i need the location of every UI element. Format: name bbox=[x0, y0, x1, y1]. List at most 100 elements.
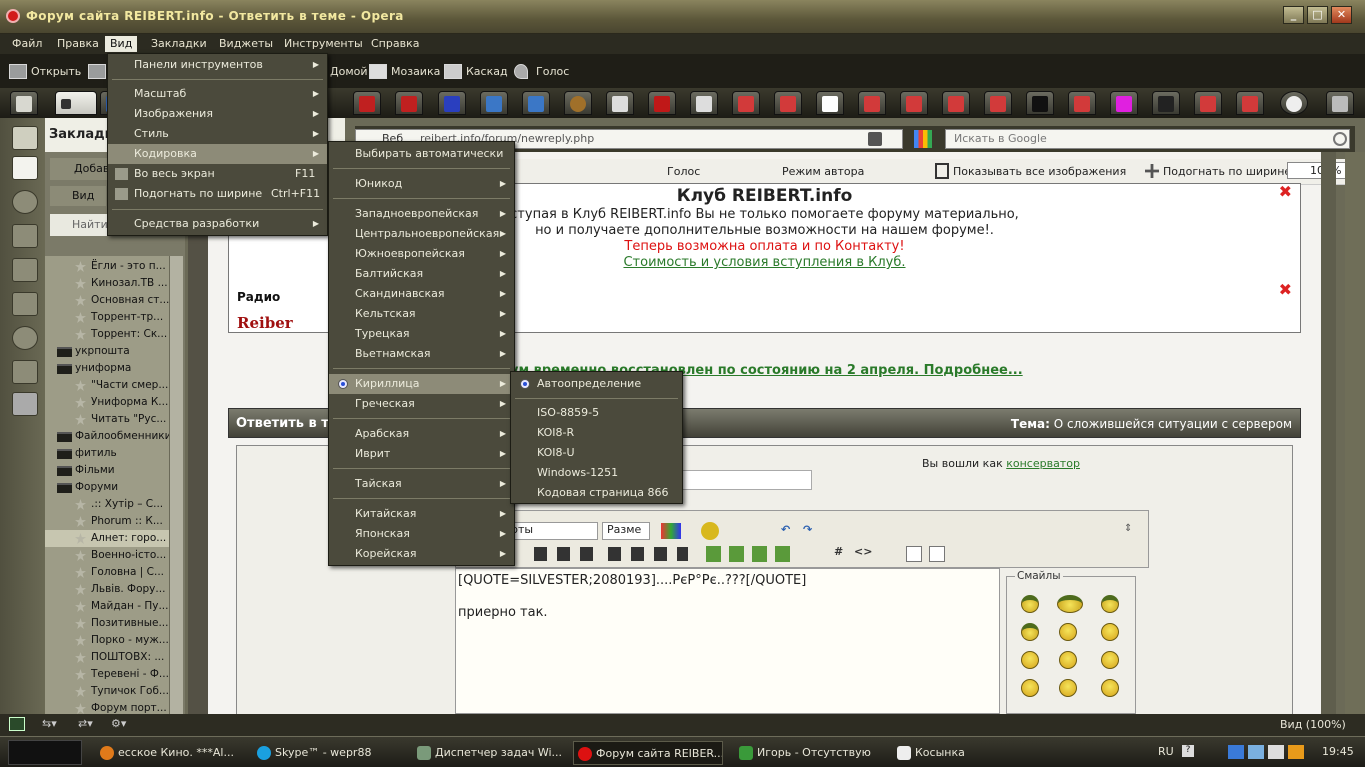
tab-item[interactable] bbox=[1152, 91, 1180, 115]
smiley-icon[interactable] bbox=[1101, 623, 1119, 641]
home-button[interactable]: Домой bbox=[330, 63, 368, 81]
tab-item[interactable] bbox=[984, 91, 1012, 115]
menu-item-central-european[interactable]: Центральноевропейская ▶ bbox=[329, 224, 514, 244]
bookmark-item[interactable]: Порко - муж... bbox=[45, 632, 169, 649]
sync-icon[interactable]: ⇆▾ bbox=[42, 717, 57, 730]
menu-file[interactable]: Файл bbox=[7, 36, 47, 52]
task-button[interactable]: Диспетчер задач Wi... bbox=[413, 741, 563, 765]
smiley-icon[interactable] bbox=[1101, 651, 1119, 669]
font-decrease-icon[interactable] bbox=[929, 546, 945, 562]
title-input[interactable] bbox=[680, 470, 812, 490]
tab-item[interactable] bbox=[1068, 91, 1096, 115]
opera-logo-icon[interactable] bbox=[6, 9, 20, 23]
tab-item[interactable] bbox=[774, 91, 802, 115]
menu-item-images[interactable]: Изображения ▶ bbox=[108, 104, 327, 124]
menu-item-arabic[interactable]: Арабская ▶ bbox=[329, 424, 514, 444]
mosaic-button[interactable]: Мозаика bbox=[369, 63, 440, 81]
code-icon[interactable]: <> bbox=[854, 545, 872, 558]
menu-item-chinese[interactable]: Китайская ▶ bbox=[329, 504, 514, 524]
author-mode-button[interactable]: Режим автора bbox=[782, 165, 864, 178]
font-increase-icon[interactable] bbox=[906, 546, 922, 562]
hash-icon[interactable]: # bbox=[834, 545, 843, 558]
bookmark-item[interactable]: Позитивные... bbox=[45, 615, 169, 632]
close-promo-icon[interactable]: ✖ bbox=[1279, 182, 1292, 201]
menu-item-koi8-u[interactable]: KOI8-U bbox=[511, 443, 682, 463]
bookmark-item[interactable]: Головна | С... bbox=[45, 564, 169, 581]
trash-button[interactable] bbox=[1326, 91, 1354, 115]
tab-item[interactable] bbox=[900, 91, 928, 115]
menu-item-celtic[interactable]: Кельтская ▶ bbox=[329, 304, 514, 324]
smiley-icon[interactable] bbox=[1021, 595, 1039, 613]
network-icon[interactable]: ⇄▾ bbox=[78, 717, 93, 730]
tab-item[interactable] bbox=[690, 91, 718, 115]
smiley-icon[interactable] bbox=[1057, 595, 1083, 613]
bookmark-item[interactable]: Phorum :: К... bbox=[45, 513, 169, 530]
bookmark-item[interactable]: Майдан - Пу... bbox=[45, 598, 169, 615]
bookmark-item[interactable]: .:: Хутір – С... bbox=[45, 496, 169, 513]
menu-item-iso-8859-5[interactable]: ISO-8859-5 bbox=[511, 403, 682, 423]
new-tab-button[interactable] bbox=[1280, 91, 1308, 115]
task-button[interactable]: ecское Кино. ***Al... bbox=[96, 741, 246, 765]
task-button[interactable]: Игорь - Отсутствую bbox=[735, 741, 885, 765]
bookmark-folder[interactable]: Файлообменники bbox=[45, 428, 169, 445]
bookmark-folder[interactable]: укрпошта bbox=[45, 343, 169, 360]
bookmark-item[interactable]: Львів. Фору... bbox=[45, 581, 169, 598]
menu-item-baltic[interactable]: Балтийская ▶ bbox=[329, 264, 514, 284]
smiley-icon[interactable] bbox=[1101, 595, 1119, 613]
menu-item-fit-width[interactable]: Подогнать по ширине Ctrl+F11 bbox=[108, 184, 327, 204]
menu-item-thai[interactable]: Тайская ▶ bbox=[329, 474, 514, 494]
search-input[interactable]: Искать в Google bbox=[945, 129, 1350, 149]
tab-item[interactable] bbox=[1236, 91, 1264, 115]
voice-button[interactable]: Голос bbox=[514, 63, 569, 81]
redo-icon[interactable]: ↷ bbox=[803, 523, 817, 537]
menu-item-greek[interactable]: Греческая ▶ bbox=[329, 394, 514, 414]
tab-item[interactable] bbox=[438, 91, 466, 115]
insert-icons[interactable] bbox=[706, 546, 796, 562]
rss-icon[interactable] bbox=[868, 132, 882, 146]
view-button[interactable]: Вид bbox=[50, 186, 106, 206]
menu-item-western[interactable]: Западноевропейская ▶ bbox=[329, 204, 514, 224]
smiley-icon[interactable] bbox=[1059, 623, 1077, 641]
downloads-icon[interactable] bbox=[12, 292, 38, 316]
smiley-icon[interactable] bbox=[1021, 623, 1039, 641]
tray-icons[interactable] bbox=[1228, 745, 1308, 759]
open-button[interactable]: Открыть bbox=[9, 63, 81, 81]
favorites-star-icon[interactable] bbox=[12, 360, 38, 384]
tab-item[interactable] bbox=[942, 91, 970, 115]
tab-item[interactable] bbox=[522, 91, 550, 115]
help-icon[interactable]: ? bbox=[1182, 745, 1194, 757]
tab-item[interactable] bbox=[1026, 91, 1054, 115]
menu-item-turkish[interactable]: Турецкая ▶ bbox=[329, 324, 514, 344]
menu-item-zoom[interactable]: Масштаб ▶ bbox=[108, 84, 327, 104]
bookmark-item[interactable]: Военно-істо... bbox=[45, 547, 169, 564]
zoom-select[interactable]: 100% bbox=[1287, 162, 1347, 179]
bookmark-item[interactable]: Читать "Рус... bbox=[45, 411, 169, 428]
smiley-icon[interactable] bbox=[1021, 679, 1039, 697]
menu-item-autodetect[interactable]: Автоопределение bbox=[511, 374, 682, 394]
menu-item-windows-1251[interactable]: Windows-1251 bbox=[511, 463, 682, 483]
menu-item-dev-tools[interactable]: Средства разработки ▶ bbox=[108, 214, 327, 234]
bookmarks-star-icon[interactable] bbox=[12, 126, 38, 150]
user-link[interactable]: консерватор bbox=[1006, 457, 1080, 470]
menu-item-japanese[interactable]: Японская ▶ bbox=[329, 524, 514, 544]
radio-banner[interactable]: Радио Reiber bbox=[237, 284, 327, 332]
google-icon[interactable] bbox=[914, 130, 932, 148]
bookmark-item[interactable]: Алнет: горо... bbox=[45, 530, 169, 547]
tab-item[interactable] bbox=[816, 91, 844, 115]
tab-item[interactable] bbox=[606, 91, 634, 115]
bookmark-item[interactable]: Униформа К... bbox=[45, 394, 169, 411]
status-zoom[interactable]: Вид (100%) bbox=[1280, 718, 1346, 731]
close-radio-icon[interactable]: ✖ bbox=[1279, 280, 1292, 299]
history-clock-icon[interactable] bbox=[12, 326, 38, 350]
language-indicator[interactable]: RU bbox=[1158, 745, 1174, 758]
start-button[interactable] bbox=[8, 740, 82, 765]
maximize-button[interactable]: □ bbox=[1307, 6, 1328, 24]
resize-icon[interactable]: ⇕ bbox=[1124, 523, 1132, 534]
star-icon[interactable] bbox=[12, 156, 38, 180]
tab-item[interactable] bbox=[732, 91, 760, 115]
menu-item-hebrew[interactable]: Иврит ▶ bbox=[329, 444, 514, 464]
tab-item[interactable] bbox=[858, 91, 886, 115]
menu-item-fullscreen[interactable]: Во весь экран F11 bbox=[108, 164, 327, 184]
menu-widgets[interactable]: Виджеты bbox=[214, 36, 278, 52]
menu-item-scandinavian[interactable]: Скандинавская ▶ bbox=[329, 284, 514, 304]
